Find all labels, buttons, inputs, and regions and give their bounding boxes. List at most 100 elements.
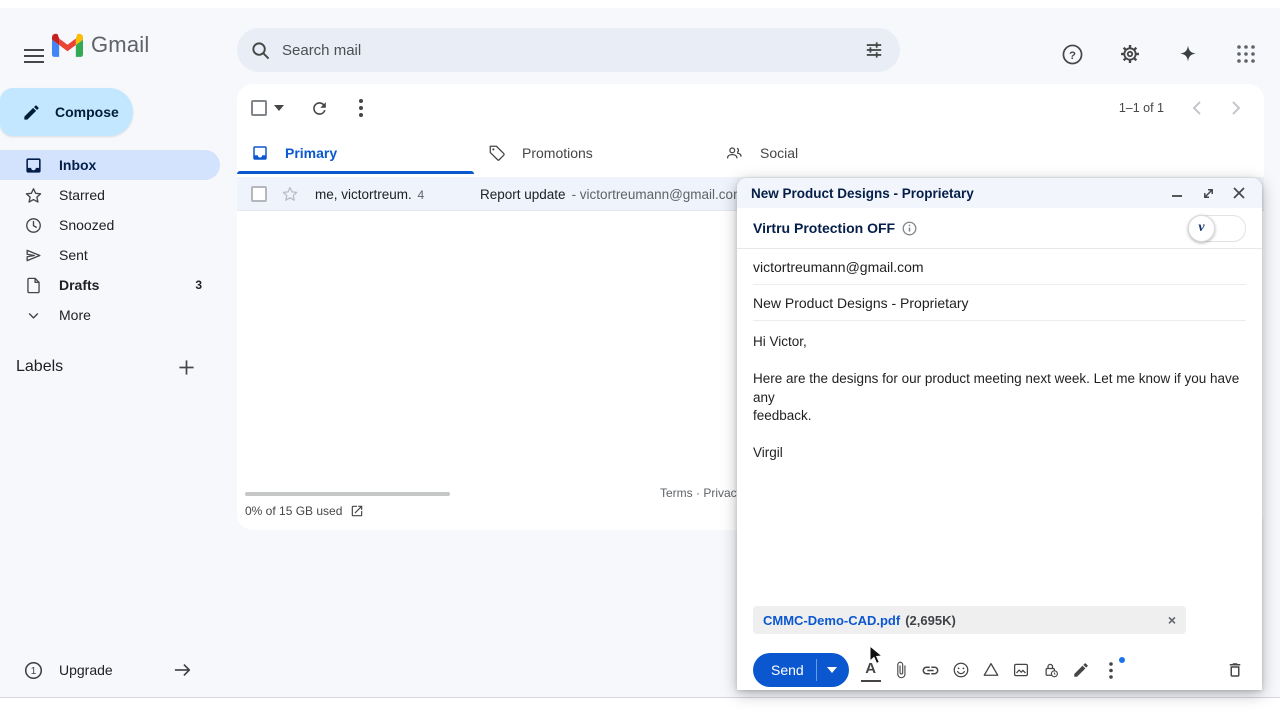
notification-dot <box>1119 657 1125 663</box>
older-page-icon[interactable] <box>1216 88 1256 128</box>
attachment-size: (2,695K) <box>905 613 956 628</box>
send-button[interactable]: Send <box>753 653 849 687</box>
compose-window: New Product Designs - Proprietary Virtru… <box>737 178 1262 690</box>
refresh-icon[interactable] <box>299 88 339 128</box>
help-icon[interactable]: ? <box>1052 34 1092 74</box>
attachment-chip[interactable]: CMMC-Demo-CAD.pdf (2,695K) × <box>753 606 1186 634</box>
popout-icon[interactable] <box>1199 184 1217 202</box>
star-icon <box>24 186 43 205</box>
compose-toolbar: Send A <box>737 650 1262 690</box>
formatting-icon[interactable]: A <box>861 659 881 682</box>
virtru-toggle-knob[interactable]: v <box>1188 215 1215 242</box>
close-icon[interactable] <box>1230 184 1248 202</box>
sidebar-nav: Inbox Starred Snoozed Sent Drafts 3 <box>0 150 220 330</box>
tab-social[interactable]: Social <box>711 132 948 174</box>
attach-icon[interactable] <box>891 660 911 680</box>
attachment-name[interactable]: CMMC-Demo-CAD.pdf <box>763 613 900 628</box>
sidebar-item-sent[interactable]: Sent <box>0 240 220 270</box>
link-icon[interactable] <box>921 660 941 680</box>
create-label-icon[interactable] <box>174 355 198 379</box>
apps-icon[interactable] <box>1226 34 1266 74</box>
storage-status: 0% of 15 GB used <box>245 504 364 518</box>
labels-title: Labels <box>16 358 63 376</box>
pen-icon[interactable] <box>1071 660 1091 680</box>
gmail-logo[interactable]: Gmail <box>52 32 149 58</box>
sidebar-item-more[interactable]: More <box>0 300 220 330</box>
recipient-field[interactable]: victortreumann@gmail.com <box>753 249 1246 285</box>
inbox-icon <box>24 156 43 175</box>
message-body[interactable]: Hi Victor, Here are the designs for our … <box>737 321 1262 475</box>
top-bar: Gmail ? <box>0 8 1280 84</box>
tag-icon <box>488 144 506 162</box>
sidebar-item-starred[interactable]: Starred <box>0 180 220 210</box>
pagination-label: 1–1 of 1 <box>1119 84 1164 132</box>
more-options-icon[interactable] <box>341 88 381 128</box>
sidebar-item-label: Inbox <box>59 157 96 173</box>
tab-label: Social <box>760 145 798 161</box>
body-message-line1: Here are the designs for our product mee… <box>753 370 1246 407</box>
body-signature: Virgil <box>753 444 1246 463</box>
trash-icon[interactable] <box>1224 659 1246 681</box>
external-link-icon[interactable] <box>350 504 364 518</box>
info-icon[interactable] <box>902 221 917 236</box>
emoji-icon[interactable] <box>951 660 971 680</box>
tune-icon[interactable] <box>856 32 892 68</box>
legal-links[interactable]: Terms · Privacy <box>660 486 743 500</box>
row-subject: Report update <box>480 187 566 202</box>
search-icon[interactable] <box>251 41 270 60</box>
sidebar-item-snoozed[interactable]: Snoozed <box>0 210 220 240</box>
row-checkbox[interactable] <box>251 186 267 202</box>
tab-promotions[interactable]: Promotions <box>474 132 711 174</box>
arrow-right-icon[interactable] <box>174 662 192 678</box>
row-star-icon[interactable] <box>281 185 299 203</box>
clock-icon <box>24 216 43 235</box>
send-options-caret-icon[interactable] <box>817 667 849 673</box>
subject-field[interactable]: New Product Designs - Proprietary <box>753 285 1246 321</box>
image-icon[interactable] <box>1011 660 1031 680</box>
sidebar-item-label: Snoozed <box>59 217 114 233</box>
svg-text:1: 1 <box>31 666 37 677</box>
draft-icon <box>24 276 43 295</box>
search-input[interactable] <box>280 41 856 60</box>
topbar-actions: ? <box>1052 34 1266 74</box>
compose-header[interactable]: New Product Designs - Proprietary <box>737 178 1262 208</box>
storage-quota-bar <box>245 492 450 496</box>
upgrade-button[interactable]: 1 Upgrade <box>0 652 220 688</box>
sidebar: Compose Inbox Starred Snoozed Sent <box>0 84 236 697</box>
row-senders: me, victortreum. 4 <box>315 187 480 202</box>
compose-window-controls <box>1168 184 1248 202</box>
more-send-options-icon[interactable] <box>1101 660 1121 680</box>
sidebar-item-drafts[interactable]: Drafts 3 <box>0 270 220 300</box>
chevron-down-icon <box>24 306 43 325</box>
people-icon <box>725 144 744 162</box>
svg-text:?: ? <box>1069 49 1076 61</box>
gmail-m-icon <box>52 33 83 57</box>
select-caret-icon[interactable] <box>269 96 289 120</box>
upgrade-icon: 1 <box>24 661 43 680</box>
tab-label: Primary <box>285 145 337 161</box>
inbox-tabs: Primary Promotions Social <box>237 132 1264 174</box>
virtru-toggle[interactable]: v <box>1188 215 1246 242</box>
drafts-count: 3 <box>195 278 202 292</box>
virtru-protection-row: Virtru Protection OFF v <box>737 208 1262 249</box>
pencil-icon <box>22 103 41 122</box>
body-message-line2: feedback. <box>753 407 1246 426</box>
drive-icon[interactable] <box>981 660 1001 680</box>
search-bar[interactable] <box>237 28 900 72</box>
select-all-checkbox[interactable] <box>251 100 267 116</box>
minimize-icon[interactable] <box>1168 184 1186 202</box>
row-snippet: - victortreumann@gmail.com <box>572 187 745 202</box>
send-label[interactable]: Send <box>753 662 816 678</box>
tab-primary[interactable]: Primary <box>237 132 474 174</box>
virtru-protection-label: Virtru Protection OFF <box>753 220 895 236</box>
newer-page-icon[interactable] <box>1176 88 1216 128</box>
remove-attachment-icon[interactable]: × <box>1168 613 1176 627</box>
compose-button[interactable]: Compose <box>0 88 133 136</box>
menu-icon[interactable] <box>12 34 56 78</box>
sidebar-item-label: Starred <box>59 187 105 203</box>
sidebar-item-inbox[interactable]: Inbox <box>0 150 220 180</box>
confidential-icon[interactable] <box>1041 660 1061 680</box>
gemini-icon[interactable] <box>1168 34 1208 74</box>
list-toolbar: 1–1 of 1 <box>237 84 1264 132</box>
settings-icon[interactable] <box>1110 34 1150 74</box>
